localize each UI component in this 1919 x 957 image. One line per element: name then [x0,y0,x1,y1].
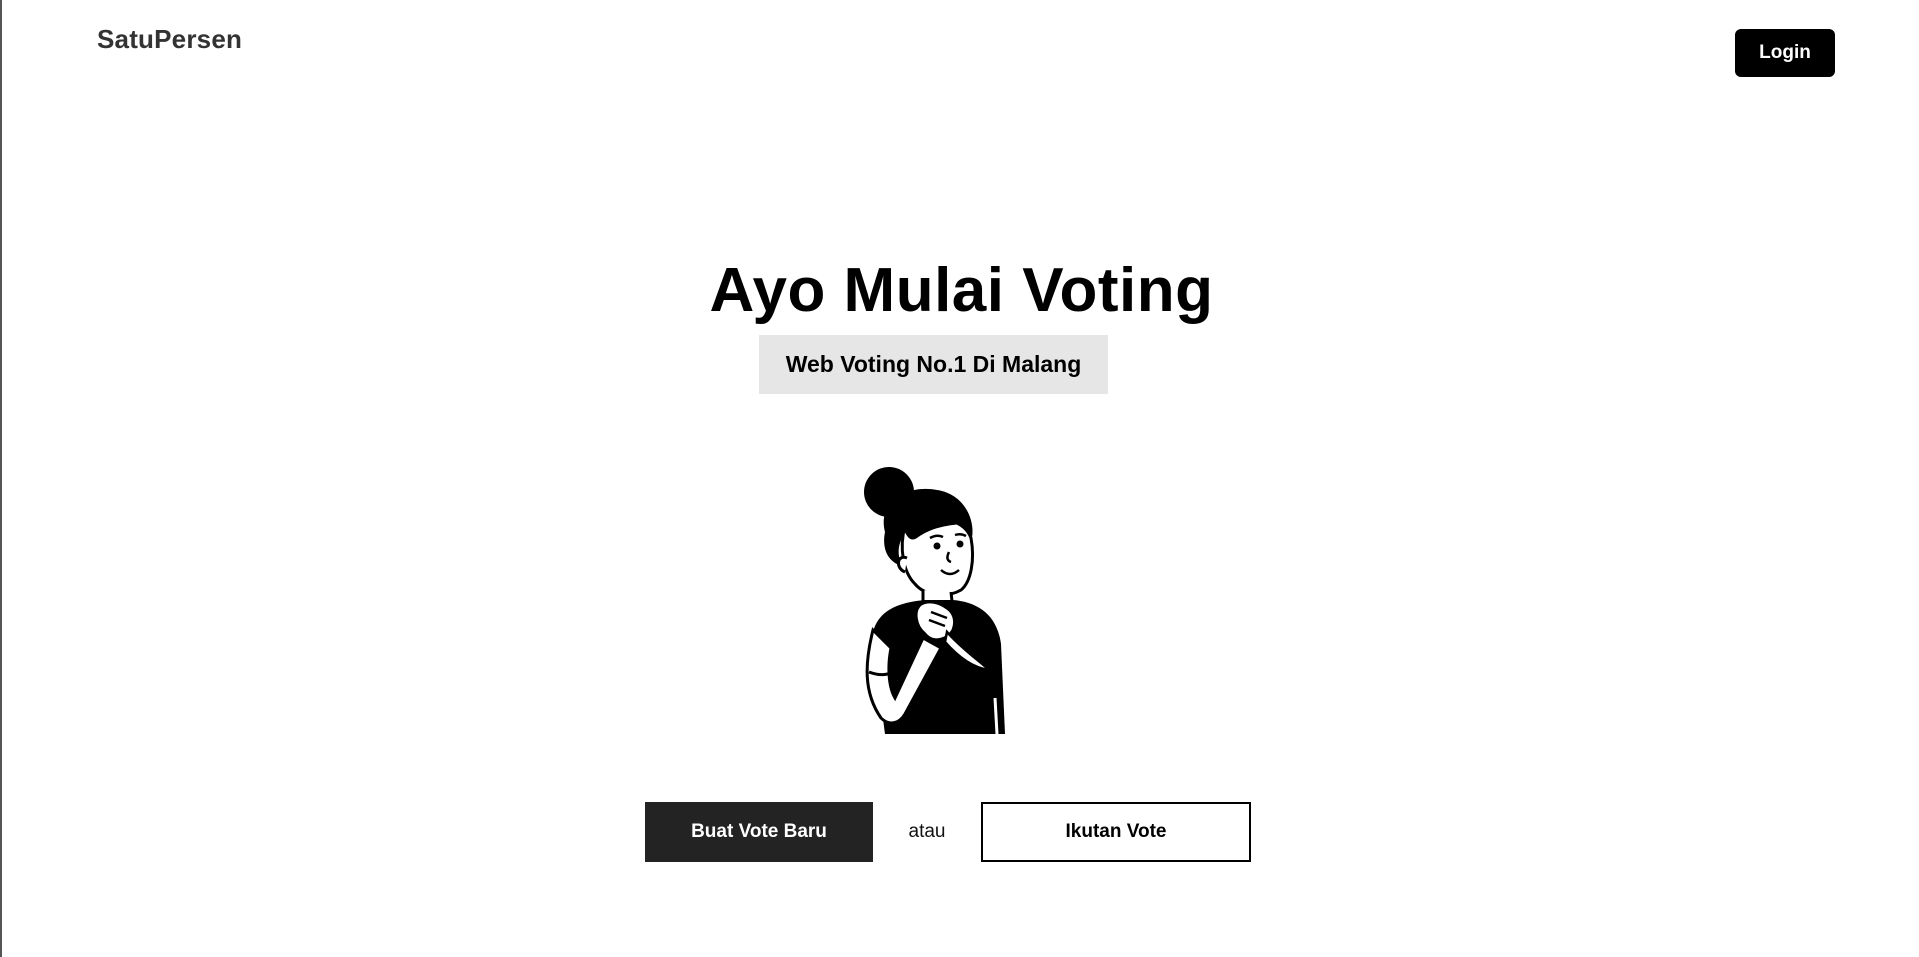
page-title: Ayo Mulai Voting [709,256,1214,325]
person-thinking-illustration [864,467,1005,735]
tagline-badge: Web Voting No.1 Di Malang [759,335,1108,394]
join-vote-button[interactable]: Ikutan Vote [981,802,1251,862]
create-vote-button[interactable]: Buat Vote Baru [645,802,873,862]
action-row: Buat Vote Baru atau Ikutan Vote [645,802,1251,862]
brand-logo[interactable]: SatuPersen [97,24,242,55]
page: SatuPersen Login Ayo Mulai Voting Web Vo… [0,0,1919,957]
or-separator: atau [908,821,946,842]
login-button[interactable]: Login [1735,29,1835,77]
